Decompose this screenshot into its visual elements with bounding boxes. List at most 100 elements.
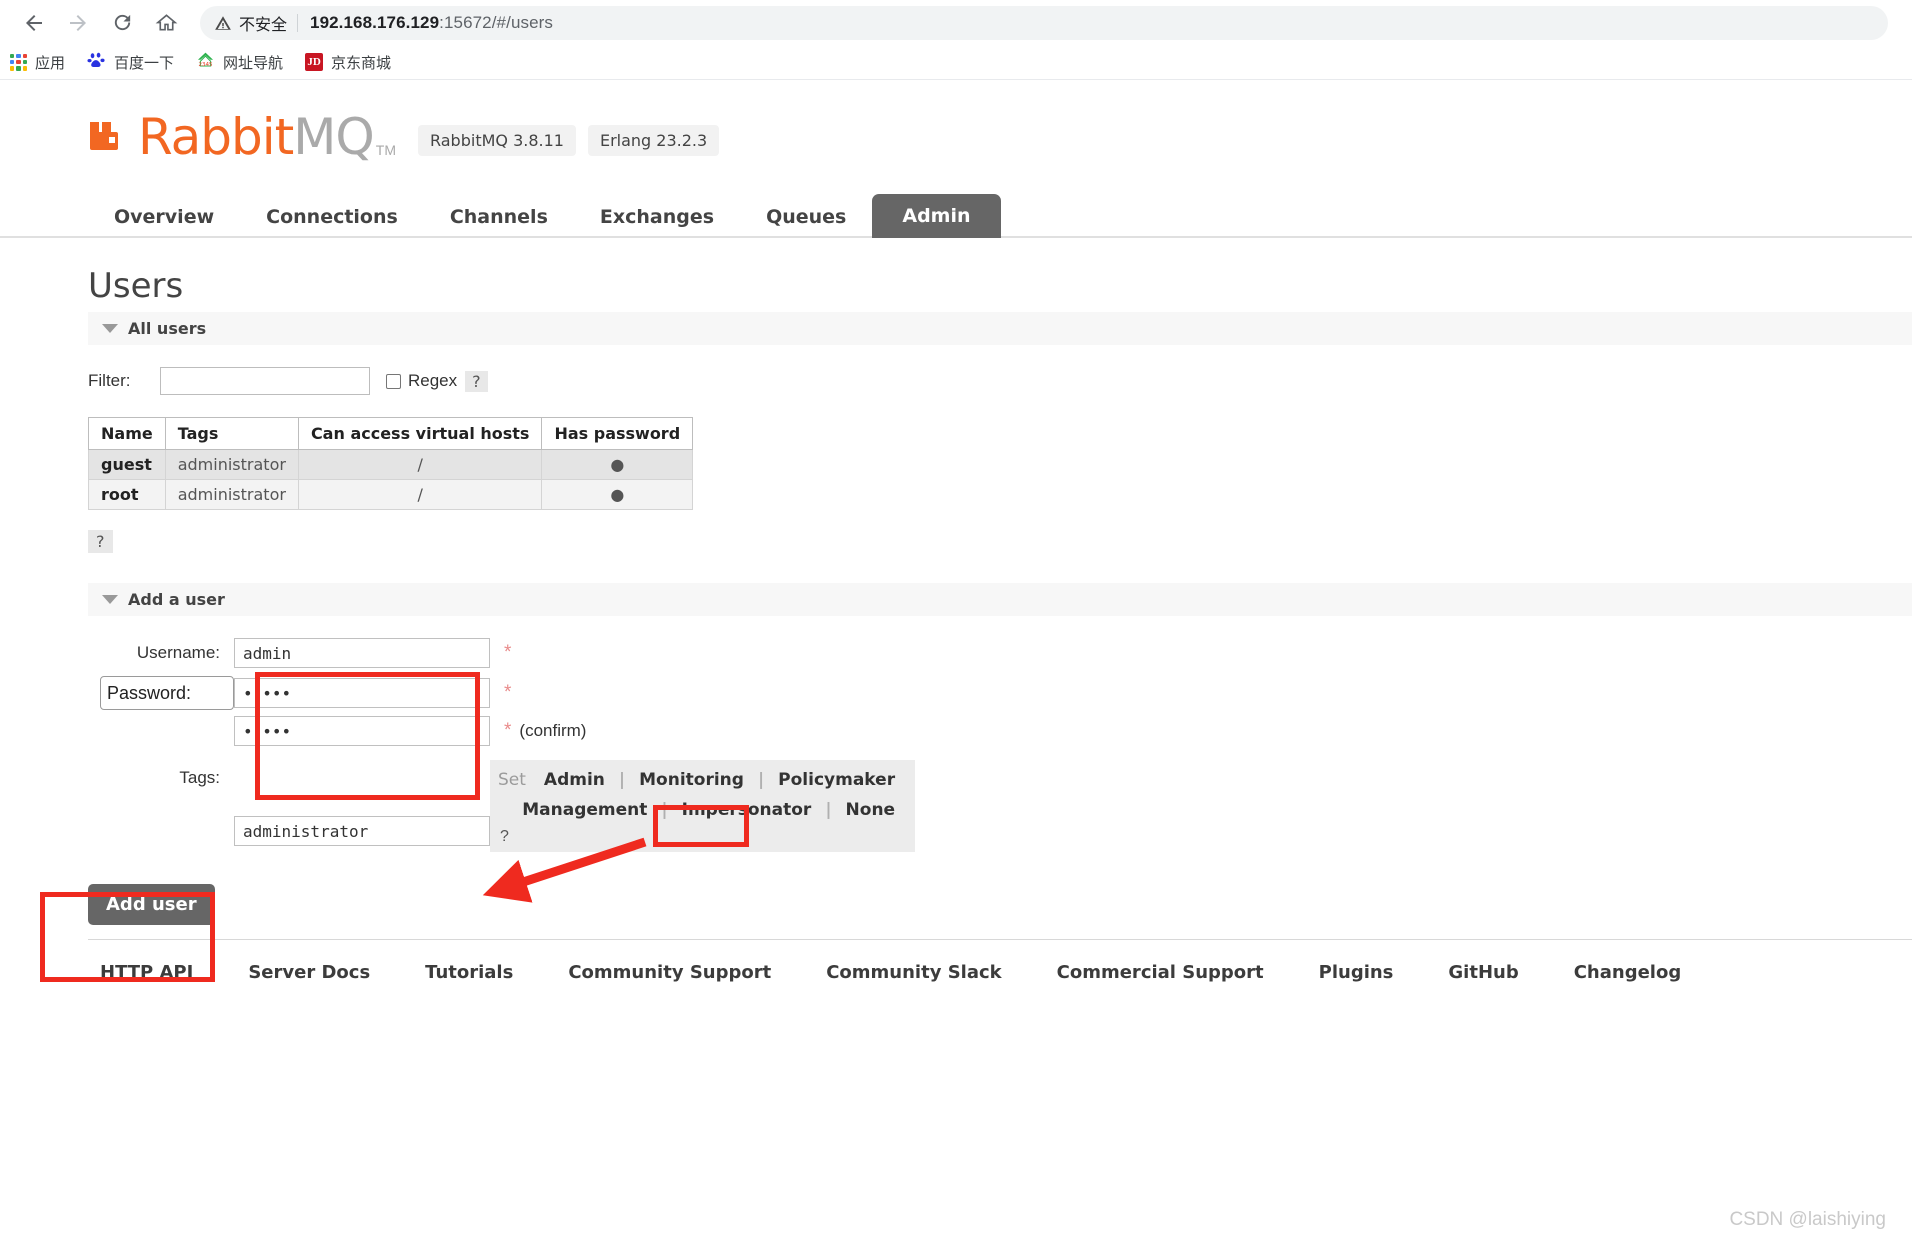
add-user-button[interactable]: Add user bbox=[88, 884, 215, 925]
version-badges: RabbitMQ 3.8.11 Erlang 23.2.3 bbox=[417, 125, 720, 156]
cell-user-name[interactable]: guest bbox=[88, 449, 166, 480]
password-input[interactable] bbox=[234, 678, 490, 708]
footer-link-http-api[interactable]: HTTP API bbox=[100, 962, 193, 983]
rabbitmq-wordmark: RabbitMQ bbox=[138, 112, 375, 162]
footer-link-community-slack[interactable]: Community Slack bbox=[826, 962, 1001, 983]
footer-link-github[interactable]: GitHub bbox=[1448, 962, 1518, 983]
rabbitmq-management-page: RabbitMQ TM RabbitMQ 3.8.11 Erlang 23.2.… bbox=[0, 80, 1912, 983]
bookmark-nav2345[interactable]: 2345 网址导航 bbox=[196, 51, 283, 74]
trademark-label: TM bbox=[375, 142, 396, 158]
logo-text-rabbit: Rabbit bbox=[138, 108, 294, 166]
cell-user-vhosts: / bbox=[297, 479, 543, 510]
filter-input[interactable] bbox=[160, 367, 370, 395]
password-label-spacer: Password: Password hash: bbox=[88, 676, 234, 710]
filter-row: Filter: Regex ? bbox=[88, 367, 1912, 395]
footer-link-server-docs[interactable]: Server Docs bbox=[248, 962, 370, 983]
jd-icon: JD bbox=[305, 53, 324, 71]
tags-label: Tags: bbox=[179, 768, 220, 787]
tag-separator: | bbox=[825, 800, 832, 820]
url-host: 192.168.176.129 bbox=[310, 12, 440, 32]
users-table: Name Tags Can access virtual hosts Has p… bbox=[88, 417, 694, 510]
section-title: Add a user bbox=[128, 590, 225, 609]
section-header-all-users[interactable]: All users bbox=[88, 312, 1912, 345]
tags-help-icon[interactable]: ? bbox=[498, 828, 903, 846]
section-title: All users bbox=[128, 319, 207, 338]
reload-icon bbox=[114, 14, 130, 31]
address-bar-url: 192.168.176.129:15672/#/users bbox=[310, 13, 553, 33]
cell-user-tags: administrator bbox=[164, 479, 299, 510]
tag-separator: | bbox=[661, 800, 668, 820]
footer-link-tutorials[interactable]: Tutorials bbox=[425, 962, 513, 983]
main-navigation-tabs: Overview Connections Channels Exchanges … bbox=[0, 194, 1912, 238]
tag-link-none[interactable]: None bbox=[838, 798, 904, 822]
users-table-help-icon[interactable]: ? bbox=[88, 530, 113, 553]
bookmark-baidu[interactable]: 百度一下 bbox=[87, 51, 174, 74]
col-has-password[interactable]: Has password bbox=[541, 417, 694, 450]
col-name[interactable]: Name bbox=[88, 417, 166, 450]
tag-link-management[interactable]: Management bbox=[514, 798, 655, 822]
tag-separator: | bbox=[757, 770, 765, 790]
not-secure-warning-icon bbox=[214, 14, 232, 32]
password-confirm-row: * (confirm) bbox=[88, 716, 1912, 746]
confirm-hint: (confirm) bbox=[519, 721, 587, 740]
reload-button[interactable] bbox=[102, 3, 142, 43]
home-button[interactable] bbox=[146, 3, 186, 43]
regex-help-icon[interactable]: ? bbox=[465, 370, 488, 392]
tag-link-monitoring[interactable]: Monitoring bbox=[631, 768, 752, 792]
bookmark-label: 百度一下 bbox=[114, 54, 175, 72]
col-vhosts[interactable]: Can access virtual hosts bbox=[297, 417, 543, 450]
cell-user-tags: administrator bbox=[164, 449, 299, 480]
tags-chooser-panel: Set Admin | Monitoring | Policymaker Man… bbox=[490, 760, 916, 852]
cell-user-has-password: ● bbox=[541, 449, 694, 480]
footer-link-plugins[interactable]: Plugins bbox=[1319, 962, 1394, 983]
regex-checkbox[interactable] bbox=[386, 373, 401, 389]
tag-link-policymaker[interactable]: Policymaker bbox=[770, 768, 903, 792]
svg-text:2345: 2345 bbox=[198, 62, 213, 68]
password-confirm-input[interactable] bbox=[234, 716, 490, 746]
footer-link-changelog[interactable]: Changelog bbox=[1574, 962, 1682, 983]
security-label: 不安全 bbox=[239, 16, 288, 34]
rabbitmq-logo[interactable]: RabbitMQ TM bbox=[88, 108, 396, 162]
rabbitmq-version-badge: RabbitMQ 3.8.11 bbox=[417, 125, 576, 156]
tag-link-impersonator[interactable]: Impersonator bbox=[674, 798, 820, 822]
cell-user-has-password: ● bbox=[541, 479, 694, 510]
table-row[interactable]: root administrator / ● bbox=[88, 479, 694, 510]
tags-row-2: Management | Impersonator | None bbox=[498, 798, 903, 822]
footer-link-community-support[interactable]: Community Support bbox=[568, 962, 771, 983]
erlang-version-badge: Erlang 23.2.3 bbox=[587, 125, 720, 156]
bookmark-label: 应用 bbox=[35, 54, 66, 72]
table-row[interactable]: guest administrator / ● bbox=[88, 449, 694, 480]
footer-link-commercial-support[interactable]: Commercial Support bbox=[1057, 962, 1264, 983]
collapse-triangle-icon bbox=[102, 595, 118, 604]
nav2345-icon: 2345 bbox=[196, 51, 215, 74]
cell-user-name[interactable]: root bbox=[88, 479, 166, 510]
bookmark-apps[interactable]: 应用 bbox=[10, 52, 65, 73]
back-button[interactable] bbox=[14, 3, 54, 43]
tab-overview[interactable]: Overview bbox=[88, 196, 240, 238]
tab-channels[interactable]: Channels bbox=[424, 196, 574, 238]
bookmarks-bar: 应用 百度一下 2345 网址导航 JD 京东商城 bbox=[0, 45, 1912, 80]
col-tags[interactable]: Tags bbox=[164, 417, 299, 450]
tab-exchanges[interactable]: Exchanges bbox=[574, 196, 740, 238]
bookmark-jd[interactable]: JD 京东商城 bbox=[305, 52, 391, 73]
browser-toolbar: 不安全 192.168.176.129:15672/#/users bbox=[0, 0, 1912, 45]
section-header-add-user[interactable]: Add a user bbox=[88, 583, 1912, 616]
username-input[interactable] bbox=[234, 638, 490, 668]
apps-grid-icon bbox=[10, 53, 27, 71]
regex-option[interactable]: Regex bbox=[386, 371, 457, 391]
tab-admin[interactable]: Admin bbox=[872, 194, 1001, 238]
tag-link-admin[interactable]: Admin bbox=[536, 768, 613, 792]
add-user-section: Add a user Username: * Password: Passwor… bbox=[0, 583, 1912, 925]
tab-queues[interactable]: Queues bbox=[740, 196, 872, 238]
tags-input-row bbox=[88, 816, 1912, 846]
address-bar[interactable]: 不安全 192.168.176.129:15672/#/users bbox=[200, 5, 1888, 40]
forward-button[interactable] bbox=[58, 3, 98, 43]
cell-user-vhosts: / bbox=[297, 449, 543, 480]
password-type-select[interactable]: Password: Password hash: bbox=[100, 676, 234, 710]
tags-input[interactable] bbox=[234, 816, 490, 846]
page-title: Users bbox=[88, 266, 184, 306]
bookmark-label: 网址导航 bbox=[223, 54, 284, 72]
logo-text-mq: MQ bbox=[293, 108, 374, 166]
tab-connections[interactable]: Connections bbox=[240, 196, 424, 238]
required-asterisk: * bbox=[504, 682, 512, 703]
